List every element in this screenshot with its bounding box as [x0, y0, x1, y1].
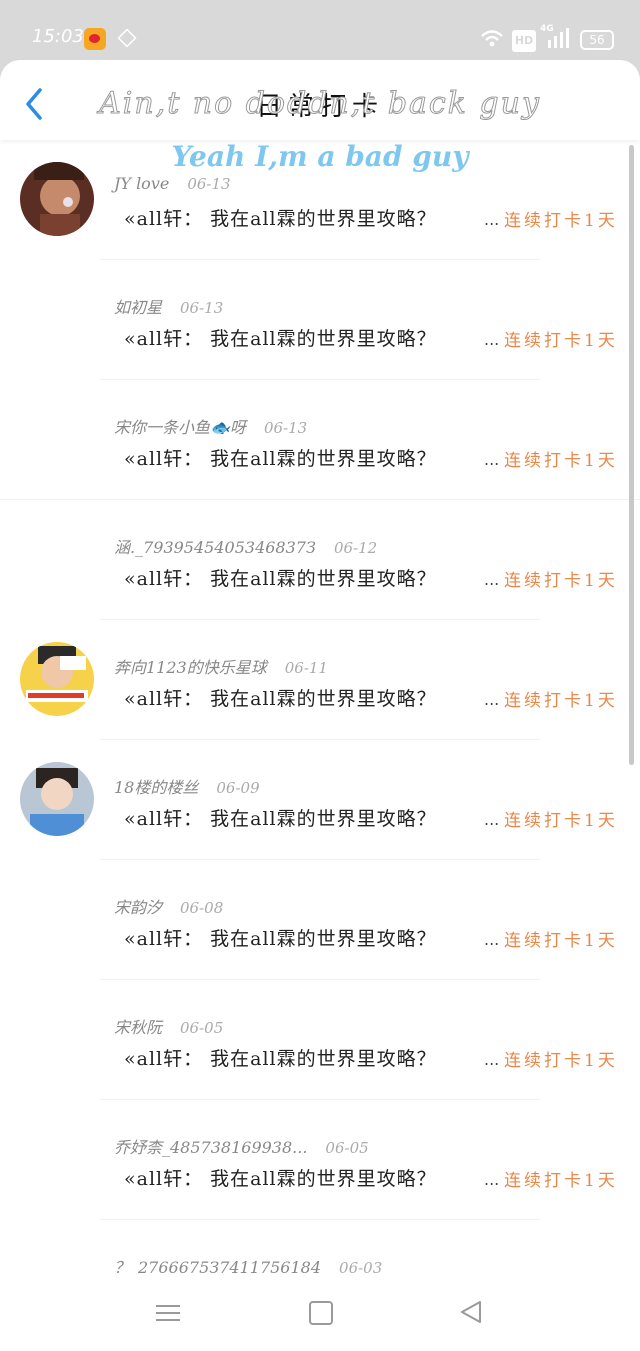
streak-label: 连续打卡1天	[504, 331, 618, 351]
message-preview: «all轩： 我在all霖的世界里攻略？	[124, 208, 437, 230]
streak-label: 连续打卡1天	[504, 811, 618, 831]
streak-label: 连续打卡1天	[504, 451, 618, 471]
user-name: 宋你一条小鱼🐟呀 06-13	[114, 418, 308, 437]
ellipsis: ...	[484, 1170, 500, 1189]
user-avatar[interactable]	[20, 162, 94, 236]
list-item[interactable]: 宋秋阮 06-05 «all轩： 我在all霖的世界里攻略？ ... 连续打卡1天	[0, 980, 640, 1100]
streak-label: 连续打卡1天	[504, 571, 618, 591]
user-name: 奔向1123的快乐星球 06-11	[114, 658, 328, 677]
layers-icon	[117, 28, 137, 48]
streak-label: 连续打卡1天	[504, 691, 618, 711]
ellipsis: ...	[484, 210, 500, 229]
wifi-icon	[481, 30, 503, 47]
message-preview: «all轩： 我在all霖的世界里攻略？	[124, 448, 437, 470]
signal-icon	[548, 28, 569, 48]
ellipsis: ...	[484, 330, 500, 349]
message-preview: «all轩： 我在all霖的世界里攻略？	[124, 808, 437, 830]
list-item[interactable]: 乔妤柰_485738169938... 06-05 «all轩： 我在all霖的世…	[0, 1100, 640, 1220]
battery-icon: 56	[580, 30, 614, 50]
weibo-icon	[84, 28, 106, 50]
list-item[interactable]: 涵._7939545405346837З 06-12 «all轩： 我在all霖的…	[0, 500, 640, 620]
checkin-date: 06-11	[284, 659, 328, 677]
hd-icon: HD	[512, 30, 536, 52]
checkin-date: 06-08	[180, 899, 224, 917]
ellipsis: ...	[484, 450, 500, 469]
checkin-date: 06-05	[180, 1019, 224, 1037]
back-triangle-icon[interactable]	[458, 1299, 484, 1325]
home-square-icon[interactable]	[309, 1301, 333, 1325]
list-item[interactable]: 18楼的楼丝 06-09 «all轩： 我在all霖的世界里攻略？ ... 连续打…	[0, 740, 640, 860]
list-item[interactable]: 宋你一条小鱼🐟呀 06-13 «all轩： 我在all霖的世界里攻略？ ... 连…	[0, 380, 640, 500]
system-nav-bar	[0, 1275, 640, 1351]
message-preview: «all轩： 我在all霖的世界里攻略？	[124, 1048, 437, 1070]
status-time: 15:03	[32, 26, 84, 47]
message-preview: «all轩： 我在all霖的世界里攻略？	[124, 928, 437, 950]
checkin-date: 06-13	[263, 419, 308, 437]
list-item[interactable]: 奔向1123的快乐星球 06-11 «all轩： 我在all霖的世界里攻略？ ..…	[0, 620, 640, 740]
streak-label: 连续打卡1天	[504, 211, 618, 231]
checkin-date: 06-05	[325, 1139, 369, 1157]
ellipsis: ...	[484, 690, 500, 709]
user-avatar[interactable]	[20, 762, 94, 836]
streak-label: 连续打卡1天	[504, 1171, 618, 1191]
list-item[interactable]: 宋韵汐 06-08 «all轩： 我在all霖的世界里攻略？ ... 连续打卡1天	[0, 860, 640, 980]
user-name: 乔妤柰_485738169938... 06-05	[114, 1138, 369, 1157]
user-name: JY love 06-13	[114, 174, 231, 193]
menu-icon[interactable]	[156, 1303, 180, 1323]
checkin-date: 06-09	[216, 779, 260, 797]
user-name: 如初星 06-13	[114, 298, 224, 317]
page-title: 日常打卡	[255, 92, 384, 122]
message-preview: «all轩： 我在all霖的世界里攻略？	[124, 1168, 437, 1190]
scrollbar[interactable]	[629, 145, 634, 765]
streak-label: 连续打卡1天	[504, 1051, 618, 1071]
message-preview: «all轩： 我在all霖的世界里攻略？	[124, 328, 437, 350]
list-item[interactable]: 如初星 06-13 «all轩： 我在all霖的世界里攻略？ ... 连续打卡1天	[0, 260, 640, 380]
message-preview: «all轩： 我在all霖的世界里攻略？	[124, 568, 437, 590]
checkin-date: 06-13	[180, 299, 224, 317]
user-name: 宋秋阮 06-05	[114, 1018, 224, 1037]
ellipsis: ...	[484, 570, 500, 589]
ellipsis: ...	[484, 1050, 500, 1069]
user-avatar[interactable]	[20, 642, 94, 716]
checkin-date: 06-13	[187, 175, 231, 193]
header-bar: 日常打卡	[0, 60, 640, 140]
streak-label: 连续打卡1天	[504, 931, 618, 951]
checkin-date: 06-12	[333, 539, 378, 557]
user-name: 涵._7939545405346837З 06-12	[114, 538, 378, 557]
ellipsis: ...	[484, 810, 500, 829]
message-preview: «all轩： 我在all霖的世界里攻略？	[124, 688, 437, 710]
user-name: 18楼的楼丝 06-09	[114, 778, 260, 797]
user-name: 宋韵汐 06-08	[114, 898, 224, 917]
list-item[interactable]: JY love 06-13 «all轩： 我在all霖的世界里攻略？ ... 连续…	[0, 140, 640, 260]
ellipsis: ...	[484, 930, 500, 949]
